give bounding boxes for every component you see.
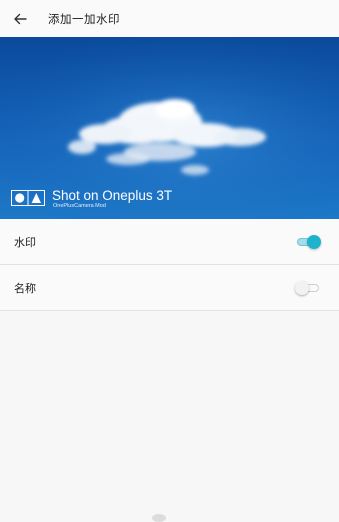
watermark-setting-row[interactable]: 水印 (0, 219, 339, 265)
watermark-toggle[interactable] (295, 234, 321, 249)
page-title: 添加一加水印 (48, 11, 120, 26)
watermark-subtitle: OnePlusCamera Mod (53, 203, 106, 209)
watermark-setting-label: 水印 (14, 235, 36, 249)
name-toggle[interactable] (295, 280, 321, 295)
oneplus-shapes-logo-icon (11, 190, 45, 206)
toggle-thumb (307, 234, 321, 249)
toggle-thumb (295, 280, 309, 295)
app-bar: 添加一加水印 (0, 0, 339, 37)
scroll-indicator (152, 514, 166, 522)
watermark-preview-image: Shot on Oneplus 3T OnePlusCamera Mod (0, 37, 339, 219)
back-button[interactable] (8, 7, 32, 31)
name-setting-label: 名称 (14, 281, 36, 295)
settings-list: 水印 名称 (0, 219, 339, 311)
watermark-title: Shot on Oneplus 3T (52, 188, 173, 203)
name-setting-row[interactable]: 名称 (0, 265, 339, 311)
arrow-left-icon (14, 13, 27, 24)
